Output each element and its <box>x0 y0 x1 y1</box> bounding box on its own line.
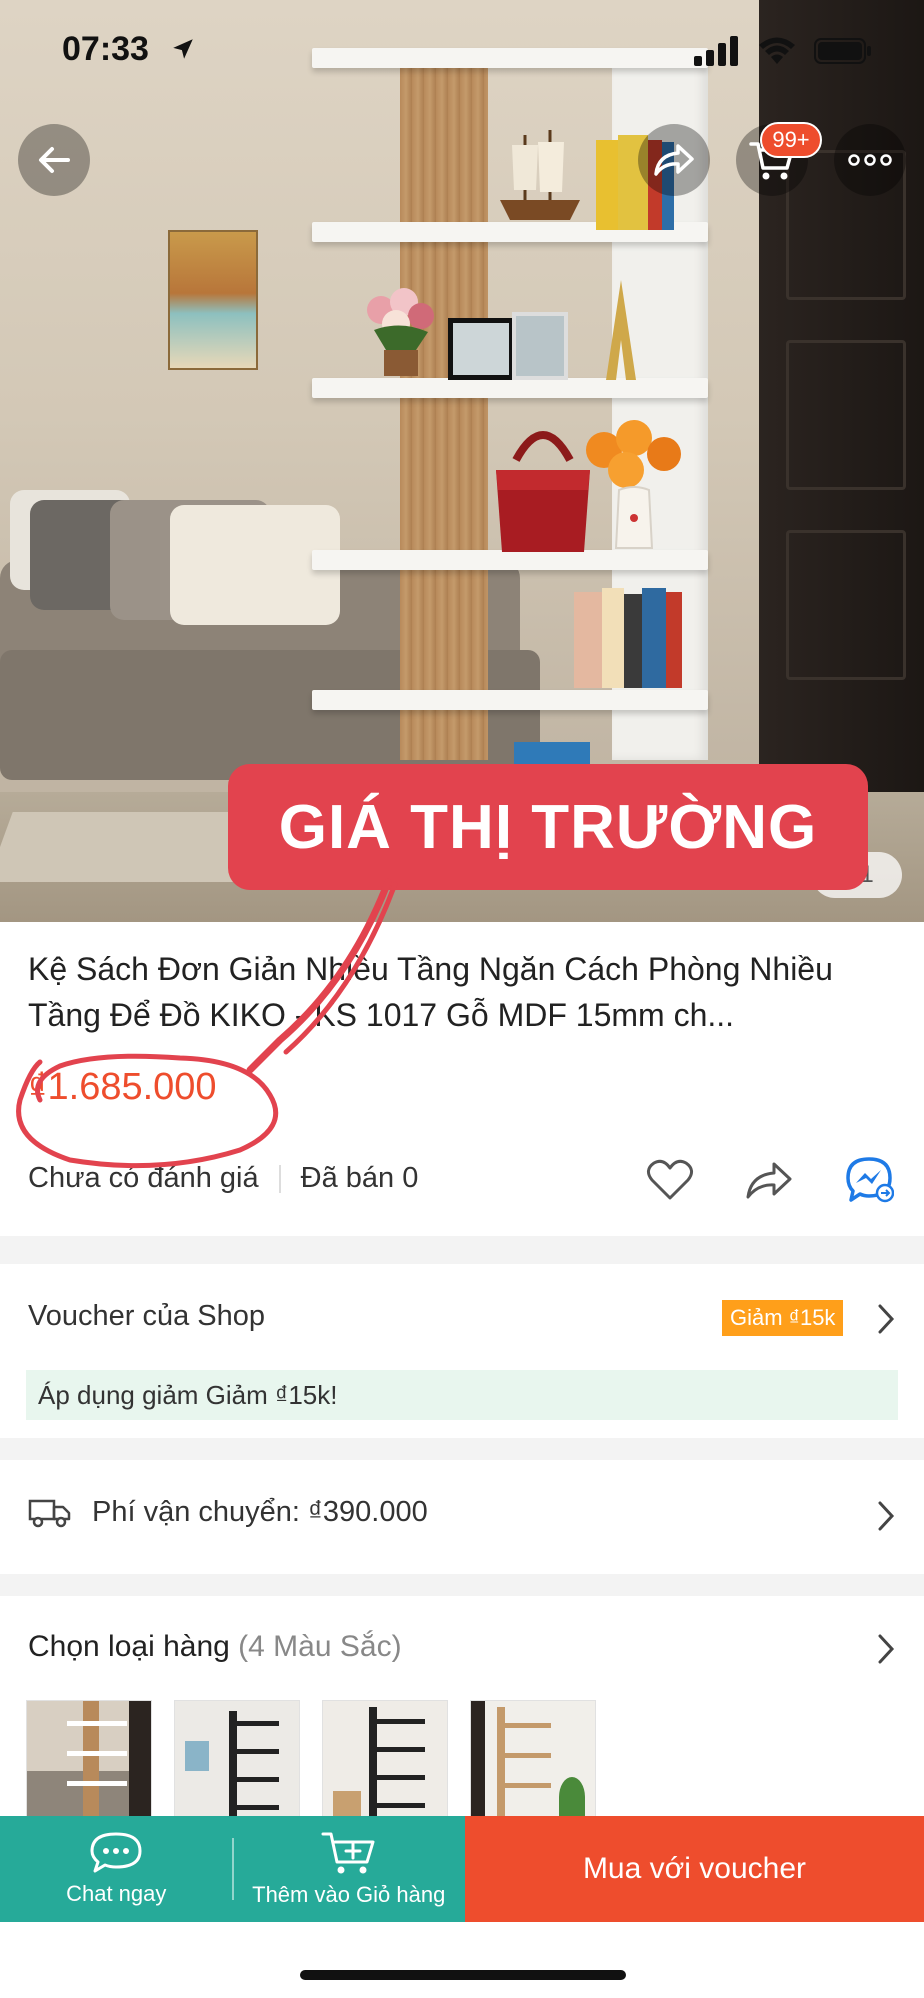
ship-model <box>500 130 580 220</box>
rating-row: Chưa có đánh giá Đã bán 0 <box>28 1162 418 1195</box>
shipping-fee: Phí vận chuyển: ₫390.000 <box>92 1496 428 1528</box>
product-price: ₫1.685.000 <box>28 1066 217 1108</box>
chat-now-label: Chat ngay <box>66 1881 167 1906</box>
chevron-right-icon[interactable] <box>876 1633 896 1665</box>
wall-painting <box>168 230 258 370</box>
home-indicator <box>300 1970 626 1980</box>
add-cart-icon <box>321 1832 375 1874</box>
status-time: 07:33 <box>62 30 149 68</box>
orange-flowers <box>586 420 681 549</box>
buy-with-voucher-button[interactable]: Mua với voucher <box>465 1816 924 1922</box>
shipping-row[interactable]: Phí vận chuyển: ₫390.000 <box>28 1496 428 1529</box>
location-arrow-icon <box>173 39 193 59</box>
shop-voucher-label[interactable]: Voucher của Shop <box>28 1300 265 1333</box>
bottom-action-bar: Chat ngay Thêm vào Giỏ hàng Mua với vouc… <box>0 1816 924 1922</box>
add-to-cart-button[interactable]: Thêm vào Giỏ hàng <box>233 1816 466 1922</box>
battery-icon <box>814 38 871 64</box>
chat-bubble-icon <box>90 1832 142 1873</box>
cart-count-badge: 99+ <box>760 122 822 158</box>
section-divider <box>0 1574 924 1596</box>
signal-icon <box>694 36 738 66</box>
more-dots-icon <box>848 154 892 166</box>
annotation-label: GIÁ THỊ TRƯỜNG <box>228 764 868 890</box>
shelf-wood-pillar <box>400 60 488 760</box>
share-product-icon[interactable] <box>744 1159 794 1201</box>
voucher-tag[interactable]: Giảm ₫15k <box>722 1300 844 1336</box>
more-options-button[interactable] <box>834 124 906 196</box>
variant-selector[interactable]: Chọn loại hàng (4 Màu Sắc) <box>28 1630 402 1664</box>
sold-count: Đã bán 0 <box>300 1162 419 1194</box>
flower-pot <box>367 288 434 376</box>
variant-thumbnail[interactable] <box>470 1700 596 1826</box>
back-button[interactable] <box>18 124 90 196</box>
eiffel-figure <box>606 280 636 380</box>
variant-count: (4 Màu Sắc) <box>238 1630 402 1663</box>
chat-now-button[interactable]: Chat ngay <box>0 1816 233 1922</box>
status-bar: 07:33 <box>0 0 924 100</box>
share-button[interactable] <box>638 124 710 196</box>
divider <box>278 1164 281 1193</box>
variant-thumbnail[interactable] <box>26 1700 152 1826</box>
chevron-right-icon[interactable] <box>876 1303 896 1335</box>
variant-thumbnail[interactable] <box>174 1700 300 1826</box>
section-divider <box>0 1438 924 1460</box>
truck-icon <box>28 1499 71 1527</box>
chevron-right-icon[interactable] <box>876 1500 896 1532</box>
voucher-note: Áp dụng giảm Giảm ₫15k! <box>26 1370 898 1420</box>
variant-title: Chọn loại hàng <box>28 1630 230 1663</box>
rating-text: Chưa có đánh giá <box>28 1162 259 1194</box>
product-title: Kệ Sách Đơn Giản Nhiều Tầng Ngăn Cách Ph… <box>28 951 833 1033</box>
share-icon <box>654 144 694 176</box>
messenger-icon[interactable] <box>844 1156 894 1204</box>
add-to-cart-label: Thêm vào Giỏ hàng <box>252 1882 446 1907</box>
section-divider <box>0 1236 924 1264</box>
heart-icon[interactable] <box>646 1158 694 1202</box>
variant-thumbnails <box>26 1700 596 1826</box>
variant-thumbnail[interactable] <box>322 1700 448 1826</box>
wifi-icon <box>759 37 795 64</box>
back-arrow-icon <box>39 147 70 173</box>
photo-frame <box>448 318 514 380</box>
